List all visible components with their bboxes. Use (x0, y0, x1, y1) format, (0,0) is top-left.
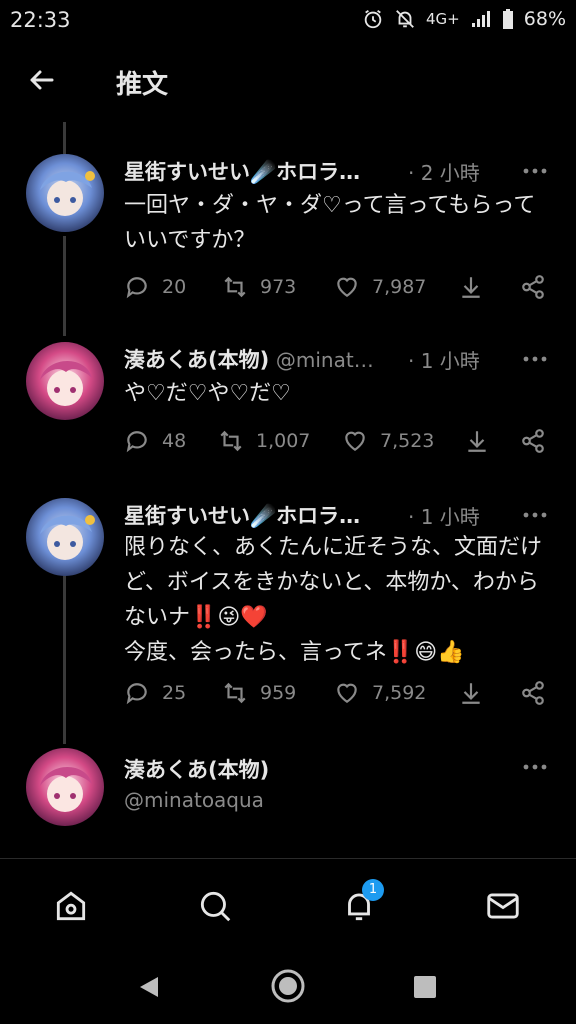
reply-button[interactable]: 20 (124, 274, 186, 300)
like-button[interactable]: 7,987 (334, 274, 426, 300)
network-type: 4G+ (426, 10, 460, 28)
tweet-actions: 48 1,007 7,523 (124, 428, 554, 458)
tweet-text: 一回ヤ・ダ・ヤ・ダ♡って言ってもらっていいですか？ (124, 193, 536, 253)
download-icon (462, 683, 480, 704)
system-back-icon[interactable] (136, 974, 162, 1000)
tweet-item[interactable]: 星街すいせい☄️ホロラ… · 1 小時 限りなく、あくたんに近そうな、文面だけど… (0, 494, 576, 724)
tweet-item[interactable]: 星街すいせい☄️ホロラ… · 2 小時 一回ヤ・ダ・ヤ・ダ♡って言ってもらってい… (0, 150, 576, 320)
reply-icon (126, 431, 147, 453)
timestamp[interactable]: · 1 小時 (408, 501, 480, 530)
tweet-actions: 20 973 7,987 (124, 274, 554, 304)
heart-icon (345, 431, 365, 451)
retweet-button[interactable]: 973 (222, 274, 296, 300)
tweet-text: や♡だ♡や♡だ♡ (124, 381, 291, 406)
more-options-icon[interactable] (522, 354, 548, 364)
like-button[interactable]: 7,592 (334, 680, 426, 706)
like-button[interactable]: 7,523 (342, 428, 434, 454)
reply-count: 48 (162, 430, 187, 452)
focused-tweet[interactable]: 湊あくあ(本物) @minatoaqua (0, 744, 576, 844)
avatar[interactable] (26, 498, 104, 576)
share-button[interactable] (520, 274, 546, 300)
focused-name: 湊あくあ(本物) (124, 754, 269, 784)
share-icon (522, 275, 544, 299)
heart-icon (337, 277, 357, 297)
search-icon[interactable] (196, 887, 234, 925)
tweet-header: 湊あくあ(本物) @minat… (124, 344, 374, 374)
tweet-header: 星街すいせい☄️ホロラ… (124, 500, 360, 530)
retweet-icon (224, 276, 246, 298)
reply-icon (126, 683, 147, 705)
tweet-text: 限りなく、あくたんに近そうな、文面だけど、ボイスをきかないと、本物か、わからない… (124, 535, 543, 665)
bottom-navigation: 1 (0, 858, 576, 955)
more-options-icon[interactable] (522, 762, 548, 772)
tweet-header: 星街すいせい☄️ホロラ… (124, 156, 360, 186)
like-count: 7,523 (380, 430, 435, 452)
share-icon (522, 681, 544, 705)
battery-icon (502, 9, 513, 29)
home-icon[interactable] (52, 887, 90, 925)
display-name[interactable]: 星街すいせい☄️ホロラ… (124, 504, 360, 528)
heart-icon (337, 683, 357, 703)
download-icon (462, 277, 480, 298)
mute-bell-icon (396, 10, 414, 28)
retweet-icon (224, 682, 246, 704)
back-arrow-icon[interactable] (22, 60, 62, 100)
save-button[interactable] (458, 274, 484, 300)
reply-count: 25 (162, 682, 187, 704)
tweet-item[interactable]: 湊あくあ(本物) @minat… · 1 小時 や♡だ♡や♡だ♡ 48 1,00… (0, 338, 576, 478)
avatar[interactable] (26, 748, 104, 826)
share-icon (522, 429, 544, 453)
retweet-icon (220, 430, 242, 452)
like-count: 7,592 (372, 682, 427, 704)
status-bar: 22:33 4G+ 68% (0, 0, 576, 40)
system-home-icon[interactable] (270, 968, 306, 1004)
user-handle[interactable]: @minatoaqua (124, 788, 264, 812)
retweet-button[interactable]: 959 (222, 680, 296, 706)
timestamp[interactable]: · 2 小時 (408, 157, 480, 186)
page-title: 推文 (116, 70, 169, 100)
share-button[interactable] (520, 680, 546, 706)
display-name[interactable]: 湊あくあ(本物) (124, 758, 269, 782)
alarm-icon (364, 9, 382, 29)
system-recents-icon[interactable] (412, 974, 438, 1000)
save-button[interactable] (464, 428, 490, 454)
tweet-actions: 25 959 7,592 (124, 680, 554, 710)
status-icons: 4G+ 68% (362, 8, 566, 30)
more-options-icon[interactable] (522, 166, 548, 176)
save-button[interactable] (458, 680, 484, 706)
avatar[interactable] (26, 154, 104, 232)
status-time: 22:33 (10, 8, 71, 32)
user-handle[interactable]: @minat… (276, 348, 374, 372)
retweet-button[interactable]: 1,007 (218, 428, 310, 454)
reply-button[interactable]: 25 (124, 680, 186, 706)
focused-handle-row: @minatoaqua (124, 788, 264, 812)
reply-count: 20 (162, 276, 187, 298)
system-navigation-bar (0, 954, 576, 1024)
retweet-count: 1,007 (256, 430, 311, 452)
retweet-count: 973 (260, 276, 297, 298)
reply-icon (126, 277, 147, 299)
display-name[interactable]: 湊あくあ(本物) (124, 348, 269, 372)
notifications-badge: 1 (362, 879, 384, 901)
avatar[interactable] (26, 342, 104, 420)
messages-mail-icon[interactable] (484, 887, 522, 925)
share-button[interactable] (520, 428, 546, 454)
signal-icon (471, 11, 490, 27)
page-header: 推文 (0, 46, 576, 114)
retweet-count: 959 (260, 682, 297, 704)
like-count: 7,987 (372, 276, 427, 298)
download-icon (468, 431, 486, 452)
reply-button[interactable]: 48 (124, 428, 186, 454)
battery-level: 68% (523, 8, 566, 30)
display-name[interactable]: 星街すいせい☄️ホロラ… (124, 160, 360, 184)
more-options-icon[interactable] (522, 510, 548, 520)
timestamp[interactable]: · 1 小時 (408, 345, 480, 374)
